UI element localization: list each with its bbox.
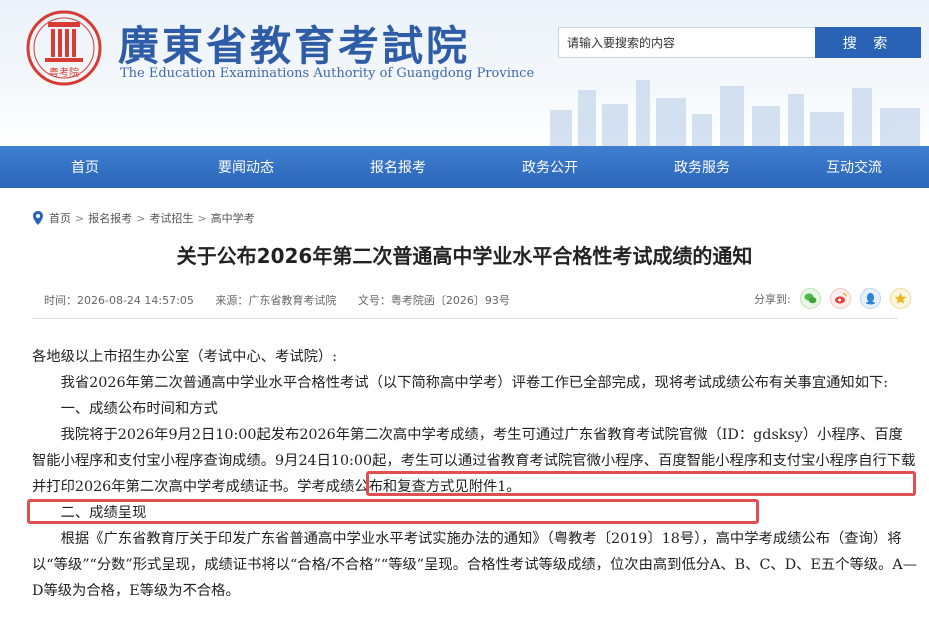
nav-item-home[interactable]: 首页 — [0, 146, 170, 188]
breadcrumb-separator: > — [197, 211, 207, 225]
logo-text: 粤考院 — [49, 66, 79, 79]
site-subtitle: The Education Examinations Authority of … — [120, 66, 535, 81]
meta-divider — [32, 318, 898, 319]
article-title: 关于公布2026年第二次普通高中学业水平合格性考试成绩的通知 — [176, 244, 753, 268]
nav-item-interaction[interactable]: 互动交流 — [778, 146, 929, 188]
share-bar: 分享到: — [754, 288, 911, 309]
search-input[interactable] — [558, 27, 815, 58]
article-meta: 时间：2026-08-24 14:57:05 来源：广东省教育考试院 文号：粤考… — [44, 292, 528, 308]
nav-item-news[interactable]: 要闻动态 — [170, 146, 322, 188]
document-number: 文号：粤考院函〔2026〕93号 — [357, 294, 510, 307]
breadcrumb-separator: > — [136, 211, 146, 225]
main-nav: 首页 要闻动态 报名报考 政务公开 政务服务 互动交流 — [0, 146, 929, 188]
article-page: 首页 > 报名报考 > 考试招生 > 高中学考 关于公布2026年第二次普通高中… — [10, 188, 919, 635]
qzone-icon[interactable] — [889, 288, 911, 309]
location-pin-icon — [33, 211, 43, 225]
breadcrumb-link-registration[interactable]: 报名报考 — [88, 210, 132, 226]
paragraph-grading: 根据《广东省教育厅关于印发广东省普通高中学业水平考试实施办法的通知》（粤教考〔2… — [32, 531, 918, 599]
section-heading-1: 一、成绩公布时间和方式 — [60, 401, 218, 417]
highlight-box-line2 — [27, 499, 759, 524]
weibo-icon[interactable] — [829, 288, 851, 309]
breadcrumb-separator: > — [75, 211, 85, 225]
skyline-decoration — [550, 80, 920, 146]
paragraph-salutation: 各地级以上市招生办公室（考试中心、考试院）: — [32, 349, 338, 365]
nav-item-registration[interactable]: 报名报考 — [322, 146, 474, 188]
breadcrumb: 首页 > 报名报考 > 考试招生 > 高中学考 — [32, 210, 255, 226]
breadcrumb-link-highschool-exam[interactable]: 高中学考 — [211, 210, 255, 226]
nav-item-gov-affairs[interactable]: 政务公开 — [474, 146, 626, 188]
wechat-icon[interactable] — [799, 288, 821, 309]
site-header: 粤考院 廣東省教育考試院 The Education Examinations … — [0, 0, 929, 146]
article-source: 来源：广东省教育考试院 — [215, 294, 337, 307]
search-button[interactable]: 搜 索 — [815, 27, 921, 58]
paragraph-intro: 我省2026年第二次普通高中学业水平合格性考试（以下简称高中学考）评卷工作已全部… — [60, 375, 889, 391]
nav-item-gov-services[interactable]: 政务服务 — [626, 146, 778, 188]
breadcrumb-link-admission[interactable]: 考试招生 — [149, 210, 193, 226]
site-title: 廣東省教育考試院 — [118, 22, 470, 70]
breadcrumb-link-home[interactable]: 首页 — [49, 210, 71, 226]
highlight-box-line1 — [366, 471, 916, 496]
qq-icon[interactable] — [859, 288, 881, 309]
publish-time: 时间：2026-08-24 14:57:05 — [44, 294, 194, 307]
logo-emblem-icon: 粤考院 — [26, 10, 102, 86]
share-label: 分享到: — [754, 292, 791, 306]
